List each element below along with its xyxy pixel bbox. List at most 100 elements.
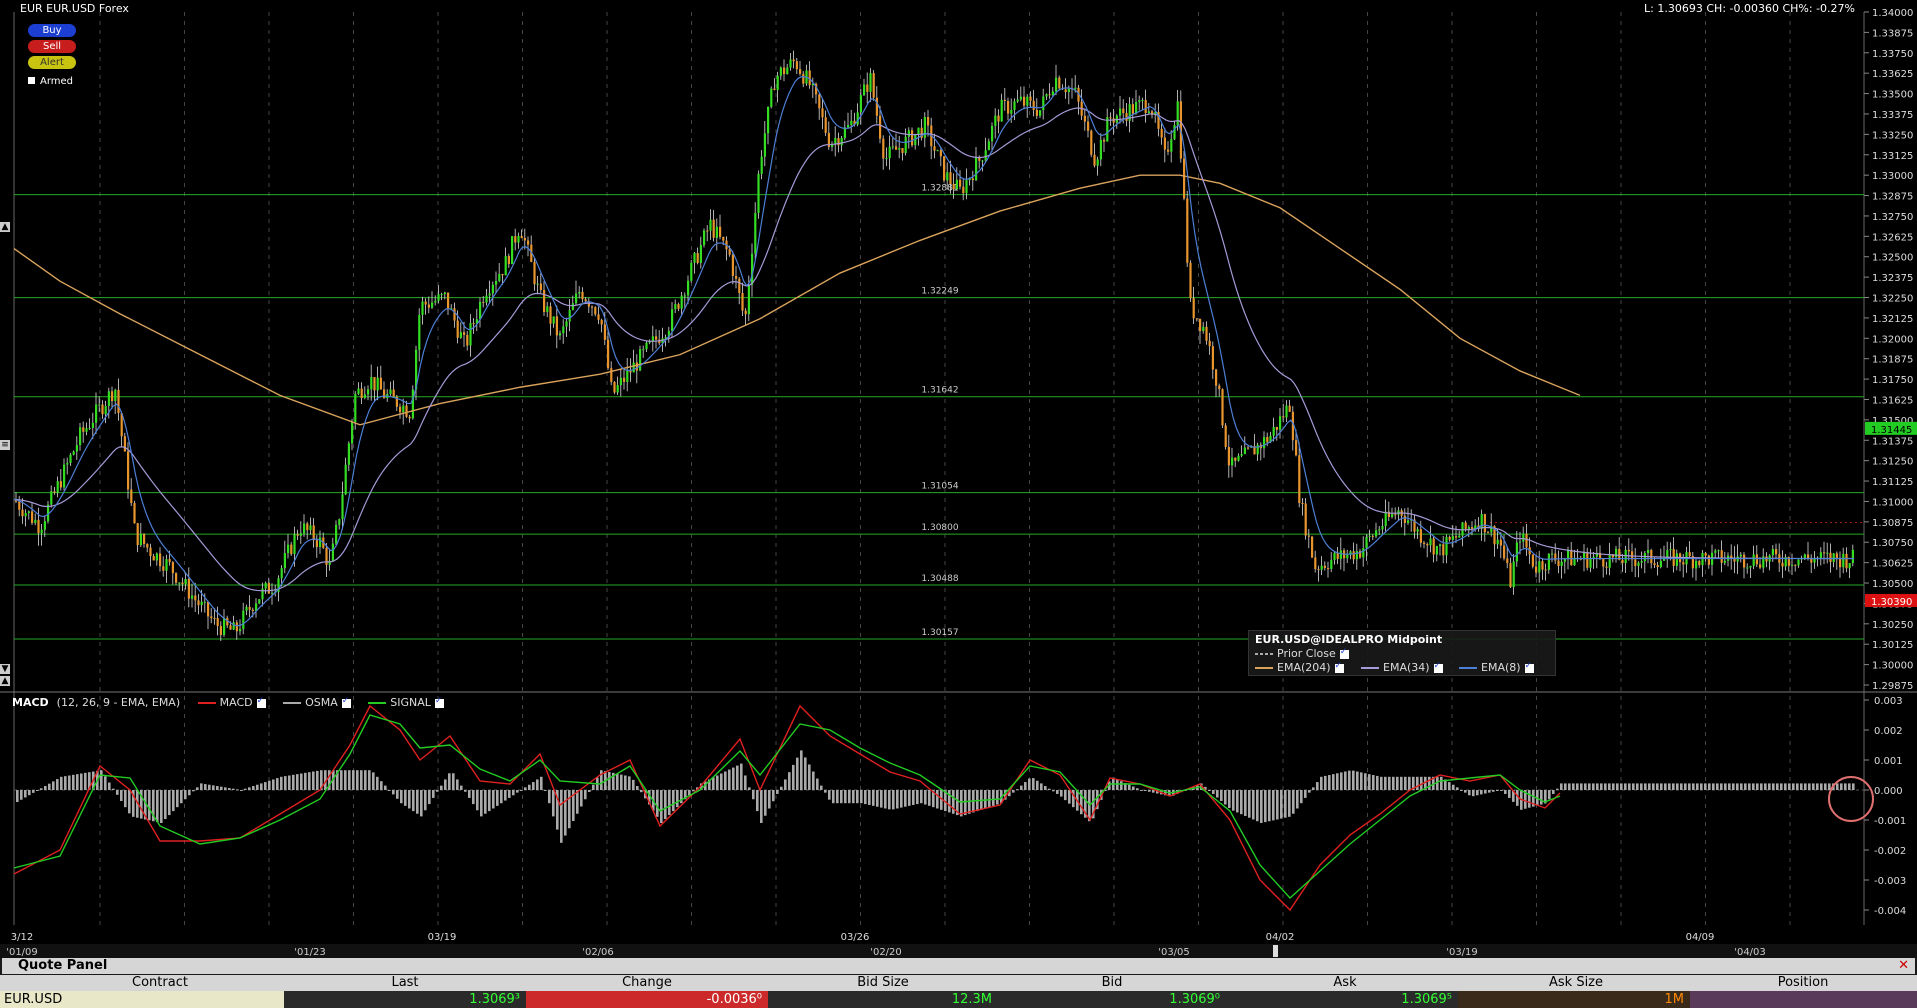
checkbox-icon[interactable] — [256, 696, 266, 708]
col-position[interactable]: Position — [1778, 975, 1829, 991]
cell-bid[interactable]: 1.3069⁰ — [998, 991, 1226, 1008]
checkbox-icon[interactable] — [1433, 661, 1443, 673]
sell-button[interactable]: Sell — [28, 40, 76, 53]
quote-panel-title[interactable]: Quote Panel ✕ — [2, 958, 1915, 974]
candle-body — [859, 95, 862, 113]
scroll-down-icon[interactable]: ▼ — [0, 664, 10, 674]
drag-handle-icon[interactable]: ≡ — [0, 440, 10, 450]
alert-button[interactable]: Alert — [28, 56, 76, 69]
osma-bar — [748, 787, 751, 790]
cell-change[interactable]: -0.0036⁰ — [526, 991, 768, 1008]
x-range-label: '02/06 — [582, 947, 614, 958]
cell-ask-size[interactable]: 1M — [1458, 991, 1690, 1008]
candle-body — [31, 511, 34, 523]
macd-y-tick-label: 0.003 — [1874, 696, 1903, 707]
osma-bar — [1728, 783, 1731, 790]
candle-body — [319, 537, 322, 547]
osma-bar — [1352, 770, 1355, 790]
osma-bar — [112, 788, 115, 790]
candle-body — [927, 116, 930, 126]
candle-body — [421, 301, 424, 315]
osma-bar — [1324, 775, 1327, 790]
checkbox-icon[interactable] — [341, 696, 351, 708]
scroll-up-icon[interactable]: ▲ — [0, 222, 10, 232]
candle-body — [1512, 561, 1515, 588]
osma-bar — [116, 790, 119, 795]
col-bid[interactable]: Bid — [1102, 975, 1123, 991]
legend-ema204[interactable]: EMA(204) — [1255, 661, 1344, 674]
col-ask[interactable]: Ask — [1333, 975, 1356, 991]
osma-bar — [540, 776, 543, 790]
candle-body — [341, 494, 344, 520]
legend-ema34[interactable]: EMA(34) — [1361, 661, 1443, 674]
candle-body — [591, 306, 594, 308]
col-change[interactable]: Change — [622, 975, 672, 991]
candle-body — [136, 523, 139, 546]
osma-bar — [20, 790, 23, 800]
y-tick-label: 1.32000 — [1872, 334, 1913, 345]
osma-bar — [388, 790, 391, 791]
legend-signal[interactable]: SIGNAL — [368, 696, 444, 709]
cell-ask[interactable]: 1.3069⁵ — [1226, 991, 1458, 1008]
candle-body — [1714, 550, 1717, 553]
cell-bid-size[interactable]: 12.3M — [768, 991, 998, 1008]
osma-bar — [616, 773, 619, 790]
cell-position[interactable] — [1690, 991, 1917, 1008]
price-chart[interactable]: 1.328811.322491.316421.310541.308001.304… — [0, 0, 1917, 958]
osma-bar — [580, 790, 583, 807]
candle-body — [18, 501, 21, 510]
checkbox-icon[interactable] — [1524, 661, 1534, 673]
col-contract[interactable]: Contract — [132, 975, 188, 991]
candle-body — [143, 533, 146, 544]
col-bid-size[interactable]: Bid Size — [857, 975, 909, 991]
osma-bar — [312, 771, 315, 790]
col-ask-size[interactable]: Ask Size — [1549, 975, 1603, 991]
candle-body — [347, 443, 350, 465]
candle-body — [875, 97, 878, 116]
legend-ema8[interactable]: EMA(8) — [1459, 661, 1534, 674]
osma-bar — [1508, 790, 1511, 798]
macd-y-tick-label: -0.002 — [1874, 846, 1906, 857]
candle-body — [1384, 511, 1387, 527]
osma-bar — [1704, 783, 1707, 790]
quote-panel: Quote Panel ✕ Contract Last Change Bid Si… — [0, 958, 1917, 1008]
osma-bar — [1716, 783, 1719, 790]
osma-bar — [32, 790, 35, 793]
candle-body — [1752, 554, 1755, 566]
col-last[interactable]: Last — [391, 975, 418, 991]
armed-checkbox[interactable]: Armed — [28, 76, 73, 87]
checkbox-icon[interactable] — [28, 77, 35, 84]
candle-body — [379, 377, 382, 390]
indicator-legend: EUR.USD@IDEALPRO Midpoint Prior Close EM… — [1248, 630, 1556, 676]
cell-contract[interactable]: EUR.USD — [0, 991, 284, 1008]
y-tick-label: 1.33375 — [1872, 110, 1913, 121]
candle-body — [162, 566, 165, 571]
osma-bar — [544, 790, 547, 791]
cell-last[interactable]: 1.3069³ — [284, 991, 526, 1008]
table-row[interactable]: EUR.USD 1.3069³ -0.0036⁰ 12.3M 1.3069⁰ 1… — [0, 991, 1917, 1008]
checkbox-icon[interactable] — [1339, 647, 1349, 659]
candle-body — [1141, 100, 1144, 102]
osma-bar — [724, 771, 727, 790]
candle-body — [850, 120, 853, 126]
legend-osma[interactable]: OSMA — [283, 696, 351, 709]
candle-body — [360, 388, 363, 399]
candle-body — [1775, 549, 1778, 555]
legend-macd[interactable]: MACD — [197, 696, 266, 709]
buy-button[interactable]: Buy — [28, 24, 76, 37]
candle-body — [664, 337, 667, 339]
osma-bar — [752, 790, 755, 800]
checkbox-icon[interactable] — [1334, 661, 1344, 673]
close-icon[interactable]: ✕ — [1898, 958, 1909, 974]
collapse-icon[interactable]: ▲ — [0, 676, 10, 686]
osma-bar — [1344, 771, 1347, 790]
osma-bar — [496, 790, 499, 806]
candle-body — [191, 595, 194, 599]
candle-body — [418, 314, 421, 350]
osma-bar — [452, 773, 455, 790]
y-tick-label: 1.32750 — [1872, 212, 1913, 223]
candle-body — [616, 385, 619, 393]
osma-bar — [36, 790, 39, 791]
checkbox-icon[interactable] — [434, 696, 444, 708]
legend-prior-close[interactable]: Prior Close — [1255, 647, 1349, 660]
